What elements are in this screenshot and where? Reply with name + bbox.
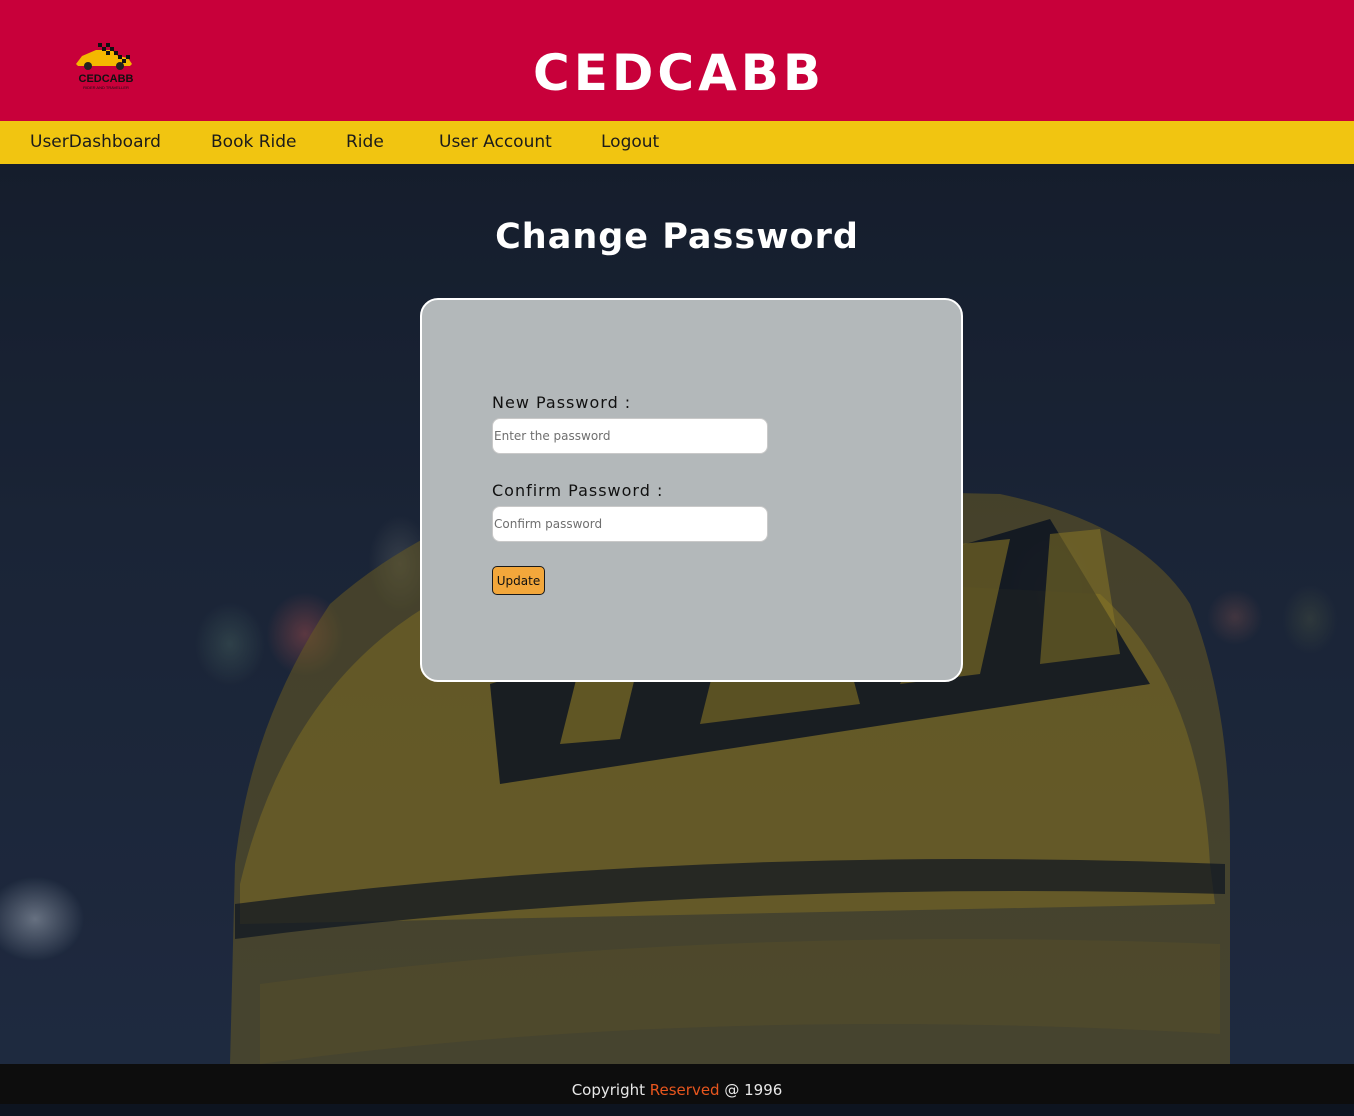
confirm-password-label: Confirm Password : [492,481,664,500]
confirm-password-input[interactable] [492,506,768,542]
nav-item-ride[interactable]: Ride [346,121,384,164]
nav-item-logout[interactable]: Logout [601,121,659,164]
nav-item-user-dashboard[interactable]: UserDashboard [30,121,161,164]
footer-year-text: @ 1996 [719,1081,783,1099]
new-password-label: New Password : [492,393,632,412]
new-password-input[interactable] [492,418,768,454]
footer-reserved-text: Reserved [649,1081,720,1099]
change-password-card: New Password : Confirm Password : Update [420,298,963,682]
main-nav: UserDashboard Book Ride Ride User Accoun… [0,121,1354,164]
nav-item-book-ride[interactable]: Book Ride [211,121,297,164]
site-header: CEDCABB RIDER AND TRAVELLER CEDCABB [0,0,1354,121]
nav-item-user-account[interactable]: User Account [439,121,552,164]
footer-copyright-text: Copyright [571,1081,650,1099]
update-button[interactable]: Update [492,566,545,595]
brand-title: CEDCABB [533,44,825,102]
page-title: Change Password [495,217,859,257]
site-footer: Copyright Reserved @ 1996 [0,1064,1354,1104]
